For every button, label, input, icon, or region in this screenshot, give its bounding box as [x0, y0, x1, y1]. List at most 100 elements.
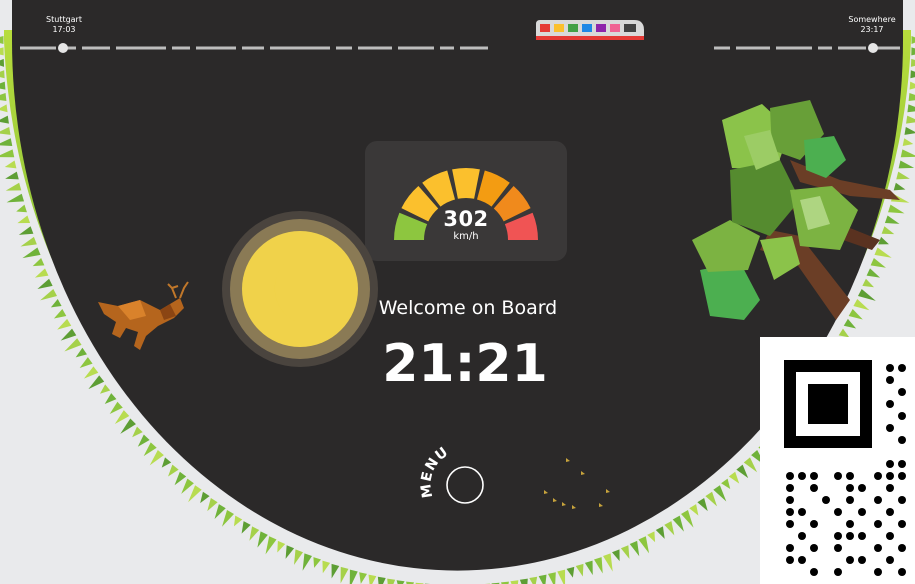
grass-blade: [629, 540, 640, 557]
grass-blade: [612, 549, 620, 562]
qr-module: [810, 520, 818, 528]
qr-module: [886, 532, 894, 540]
qr-module: [874, 520, 882, 528]
grass-blade: [377, 576, 386, 584]
grass-blade: [16, 204, 27, 213]
grass-blade: [0, 115, 9, 124]
grass-blade: [137, 434, 150, 447]
qr-module: [886, 424, 894, 432]
grass-blade: [18, 226, 34, 235]
track-segment: [196, 46, 236, 50]
grass-blade: [896, 171, 910, 180]
qr-module: [886, 484, 894, 492]
speed-unit: km/h: [453, 231, 479, 242]
qr-module: [858, 508, 866, 516]
grass-blade: [64, 338, 82, 352]
qr-module: [846, 520, 854, 528]
qr-module: [886, 376, 894, 384]
grass-blade: [161, 457, 172, 468]
grass-blade: [322, 560, 331, 574]
grass-blade: [60, 328, 77, 341]
qr-module: [786, 472, 794, 480]
qr-module: [886, 460, 894, 468]
destination-time: 23:17: [860, 25, 884, 34]
grass-blade: [277, 540, 286, 553]
grass-blade: [79, 357, 93, 368]
grass-blade: [50, 299, 62, 308]
qr-module: [834, 508, 842, 516]
grass-blade: [620, 545, 630, 559]
qr-module: [886, 556, 894, 564]
grass-blade: [911, 47, 915, 56]
grass-blade: [340, 566, 349, 584]
grass-blade: [902, 138, 914, 147]
grass-blade: [200, 491, 210, 504]
grass-blade: [672, 515, 684, 532]
grass-blade: [302, 553, 312, 571]
track-segment: [714, 46, 730, 50]
grass-blade: [593, 557, 603, 574]
track-segment: [270, 46, 330, 50]
menu-label[interactable]: MENU: [418, 444, 452, 499]
grass-blade: [6, 193, 25, 203]
grass-blade: [911, 36, 915, 44]
grass-blade: [188, 485, 202, 503]
qr-module: [886, 472, 894, 480]
grass-blade: [75, 347, 87, 358]
destination-station: Somewhere 23:17: [836, 15, 908, 35]
menu-circle[interactable]: [446, 466, 484, 504]
grass-blade: [32, 258, 45, 267]
grass-blade: [910, 70, 915, 79]
qr-module: [874, 472, 882, 480]
grass-blade: [0, 104, 8, 113]
qr-module: [898, 472, 906, 480]
qr-module: [898, 436, 906, 444]
grass-blade: [898, 160, 915, 169]
qr-module: [798, 508, 806, 516]
grass-blade: [893, 182, 906, 191]
qr-module: [822, 496, 830, 504]
grass-blade: [0, 58, 5, 67]
grass-blade: [866, 268, 881, 278]
grass-blade: [285, 545, 295, 559]
grass-blade: [857, 288, 876, 301]
grass-blade: [174, 471, 187, 486]
track-segment: [818, 46, 832, 50]
qr-module: [786, 508, 794, 516]
grass-blade: [900, 149, 915, 158]
grass-blade: [143, 442, 157, 457]
grass-blade: [241, 521, 251, 534]
qr-module: [898, 364, 906, 372]
qr-module: [874, 496, 882, 504]
grass-blade: [910, 58, 915, 67]
grass-blade: [705, 491, 718, 507]
grass-blade: [368, 574, 377, 584]
qr-module: [898, 544, 906, 552]
welcome-message: Welcome on Board: [378, 297, 558, 319]
grass-blade: [233, 515, 243, 527]
qr-module: [874, 568, 882, 576]
grass-blade: [881, 226, 895, 235]
track-segment: [242, 46, 264, 50]
grass-blade: [5, 182, 22, 191]
grass-blade: [907, 104, 915, 113]
grass-blade: [655, 526, 665, 539]
grass-blade: [0, 36, 4, 44]
grass-blade: [713, 485, 727, 502]
grass-blade: [0, 70, 5, 79]
track-segment: [736, 46, 770, 50]
qr-module: [786, 496, 794, 504]
grass-blade: [909, 81, 915, 90]
qr-module: [798, 532, 806, 540]
origin-marker: [58, 43, 68, 53]
qr-module: [834, 544, 842, 552]
grass-blade: [168, 464, 179, 477]
grass-blade: [904, 126, 915, 135]
grass-blade: [249, 526, 260, 541]
grass-blade: [0, 47, 4, 56]
grass-blade: [34, 268, 49, 278]
menu-button[interactable]: MENU: [415, 435, 495, 515]
current-time: 21:21: [382, 334, 548, 394]
qr-module: [898, 460, 906, 468]
grass-blade: [20, 236, 37, 247]
